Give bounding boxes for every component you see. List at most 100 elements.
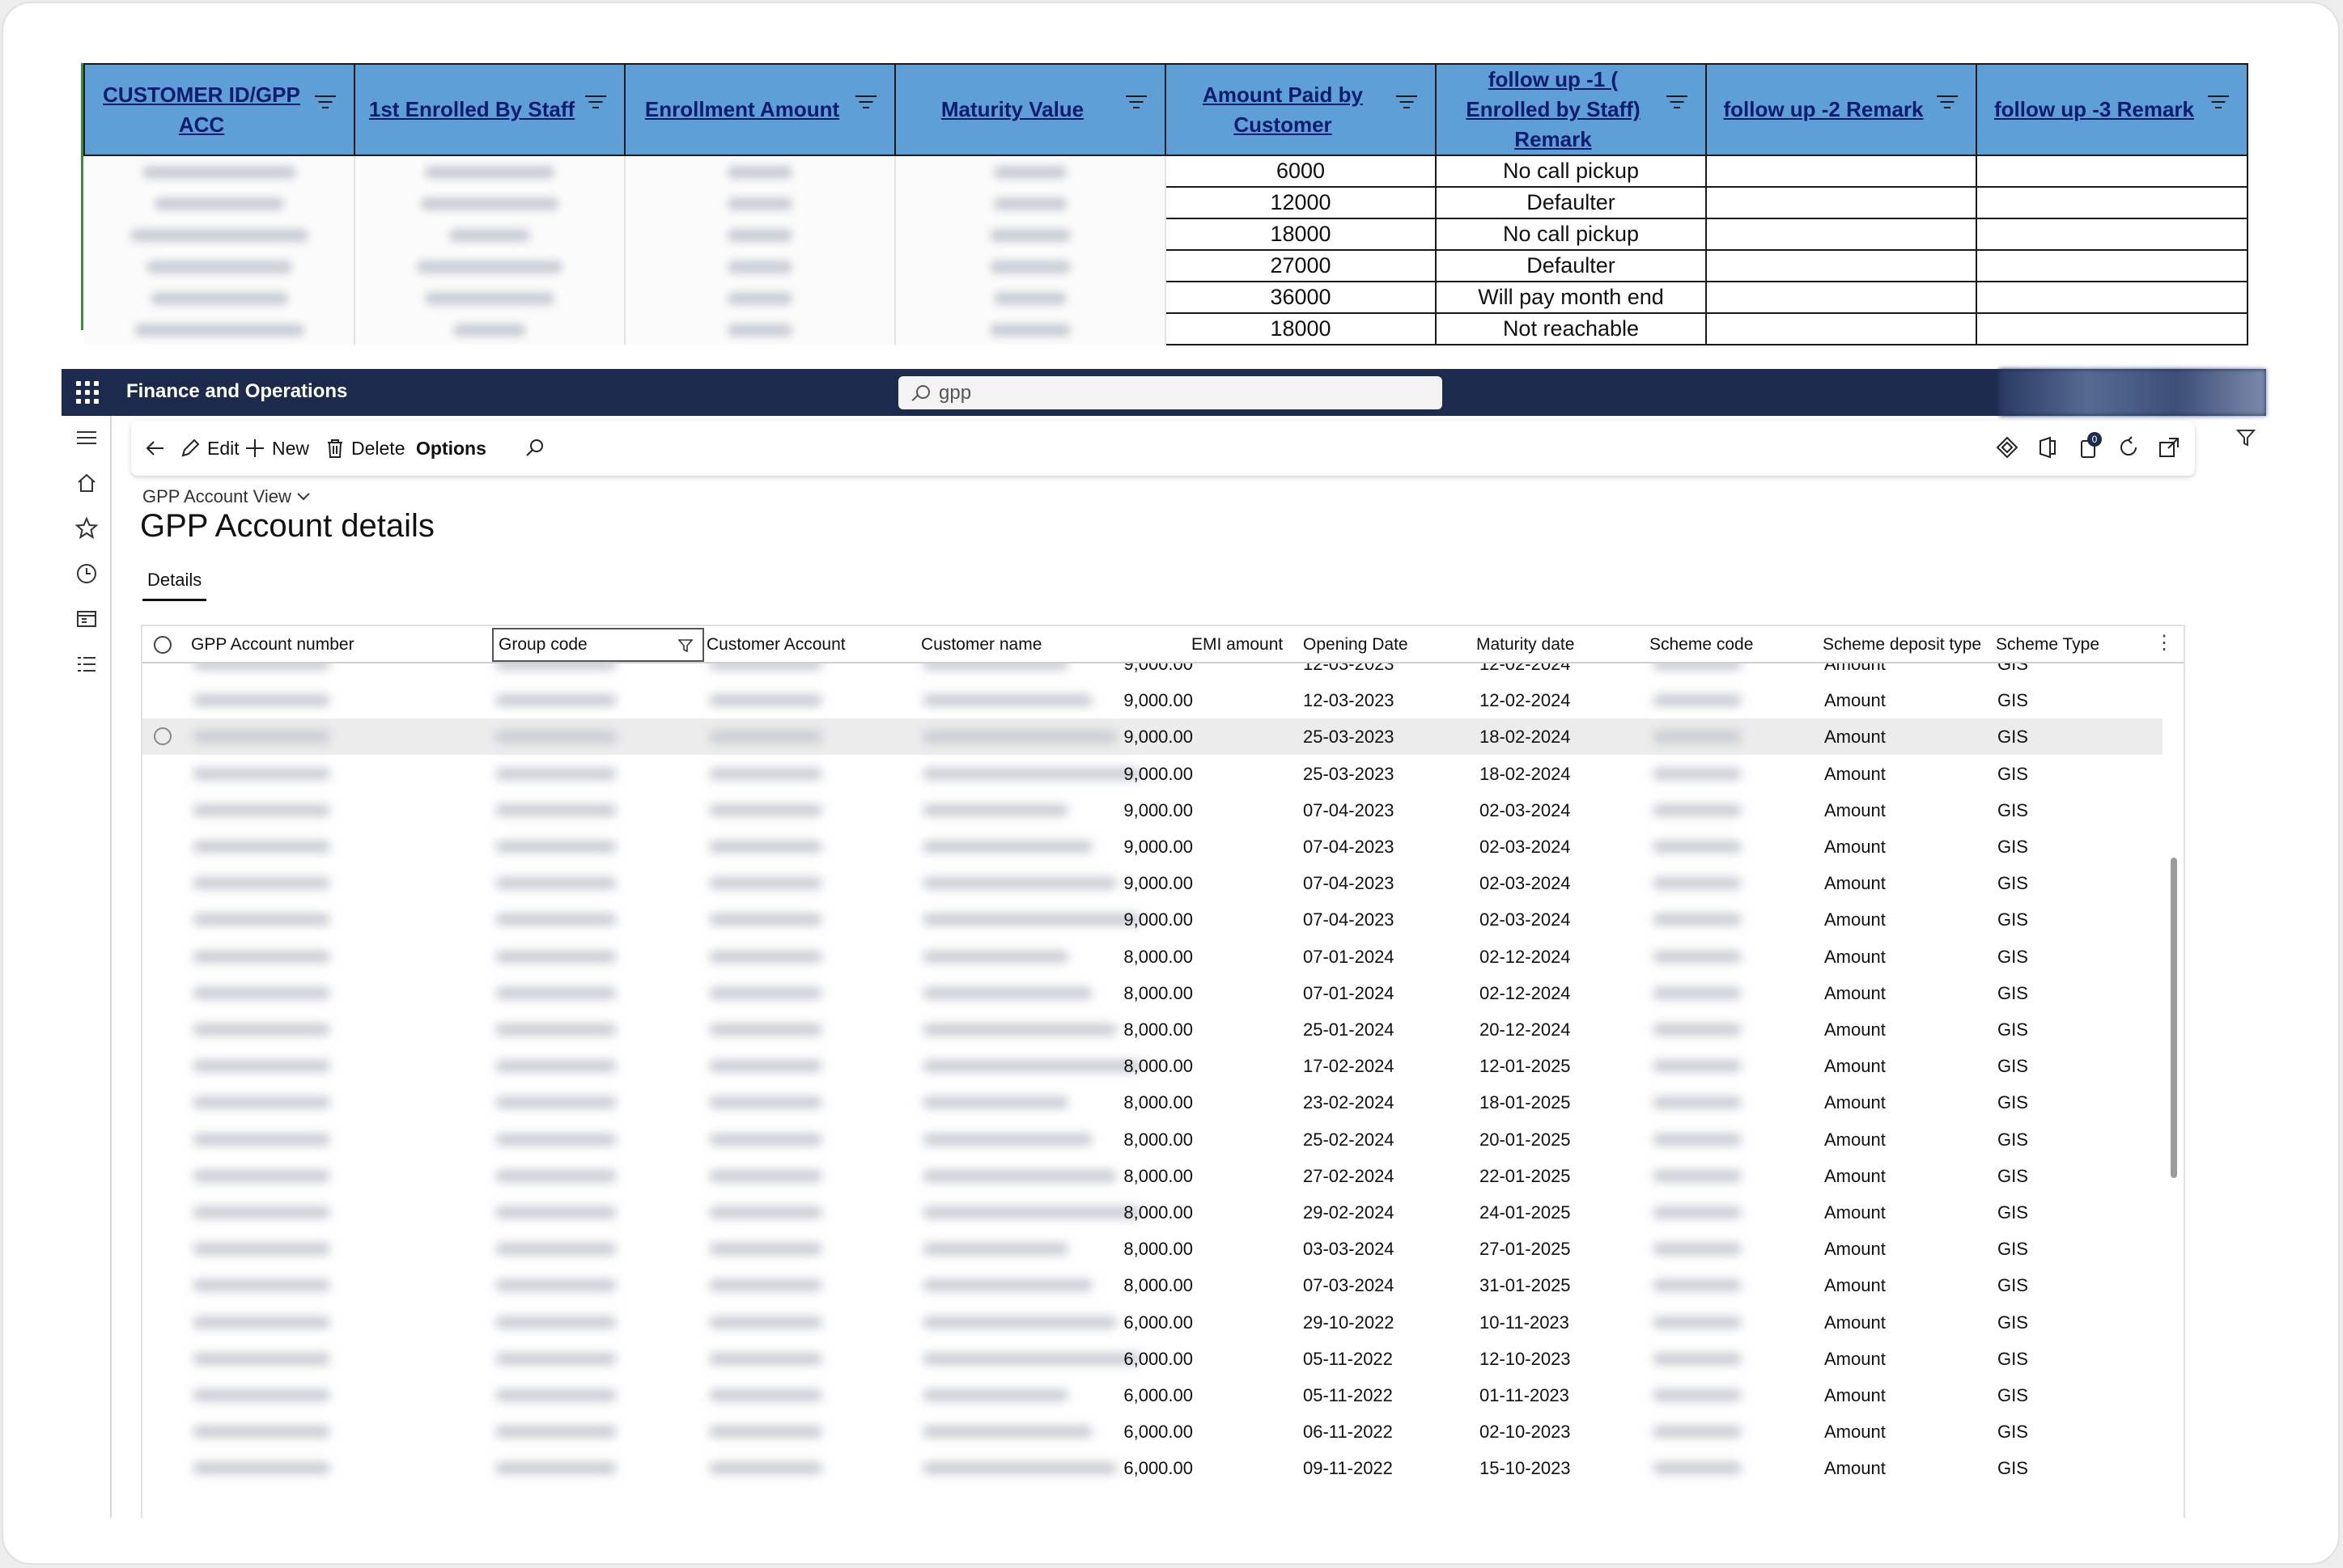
user-account-area[interactable]: [1999, 369, 2266, 416]
autofilter-icon[interactable]: [585, 95, 606, 110]
table-row[interactable]: 9,000.00 07-04-2023 02-03-2024 Amount GIS: [142, 792, 2163, 828]
row-select-radio[interactable]: [154, 727, 172, 746]
app-launcher-icon[interactable]: [76, 381, 99, 404]
autofilter-icon[interactable]: [1937, 95, 1958, 110]
power-apps-icon[interactable]: [1994, 435, 2020, 461]
attachments-icon[interactable]: 0: [2077, 432, 2103, 461]
redacted-value: [495, 1462, 617, 1475]
empty-remark-cell: [1976, 186, 2248, 219]
autofilter-icon[interactable]: [1666, 95, 1687, 110]
redacted-value: [923, 663, 1068, 670]
table-row[interactable]: 6,000.00 05-11-2022 01-11-2023 Amount GIS: [142, 1377, 2163, 1413]
scheme-type-cell: GIS: [1997, 1129, 2028, 1150]
table-row[interactable]: 8,000.00 25-01-2024 20-12-2024 Amount GIS: [142, 1011, 2163, 1048]
hamburger-menu-icon[interactable]: [74, 426, 99, 450]
vertical-scrollbar[interactable]: [2171, 858, 2177, 1178]
opening-date-cell: 25-03-2023: [1303, 727, 1394, 748]
table-row[interactable]: 9,000.00 25-03-2023 18-02-2024 Amount GIS: [142, 756, 2163, 792]
column-header-scheme-code[interactable]: Scheme code: [1649, 626, 1753, 663]
table-row[interactable]: 6,000.00 05-11-2022 12-10-2023 Amount GIS: [142, 1341, 2163, 1377]
column-header-gpp-account-number[interactable]: GPP Account number: [191, 626, 354, 663]
search-input[interactable]: gpp: [898, 376, 1442, 409]
table-row[interactable]: 6,000.00 09-11-2022 15-10-2023 Amount GIS: [142, 1450, 2163, 1486]
table-row[interactable]: 9,000.00 07-04-2023 02-03-2024 Amount GIS: [142, 901, 2163, 938]
redacted-cell: [895, 282, 1166, 313]
emi-amount-cell: 8,000.00: [1123, 1239, 1193, 1260]
redacted-value: [709, 1279, 822, 1292]
app-name[interactable]: Finance and Operations: [126, 380, 347, 403]
maturity-date-cell: 24-01-2025: [1479, 1202, 1571, 1223]
table-row[interactable]: 8,000.00 23-02-2024 18-01-2025 Amount GIS: [142, 1084, 2163, 1121]
open-new-window-icon[interactable]: [2156, 435, 2182, 461]
opening-date-cell: 29-02-2024: [1303, 1202, 1394, 1223]
autofilter-icon[interactable]: [2208, 95, 2229, 110]
autofilter-icon[interactable]: [315, 95, 336, 110]
redacted-value: [495, 767, 617, 780]
options-button[interactable]: Options: [416, 421, 486, 476]
redacted-value: [709, 986, 822, 999]
emi-amount-cell: 9,000.00: [1123, 727, 1193, 748]
emi-amount-cell: 9,000.00: [1123, 663, 1193, 674]
table-row[interactable]: 8,000.00 03-03-2024 27-01-2025 Amount GIS: [142, 1231, 2163, 1267]
table-row[interactable]: 9,000.00 12-03-2023 12-02-2024 Amount GIS: [142, 663, 2163, 682]
redacted-value: [1653, 1316, 1742, 1329]
column-header-emi-amount[interactable]: EMI amount: [1191, 626, 1283, 663]
table-row[interactable]: 9,000.00 12-03-2023 12-02-2024 Amount GIS: [142, 682, 2163, 718]
table-row[interactable]: 9,000.00 25-03-2023 18-02-2024 Amount GIS: [142, 718, 2163, 756]
modules-list-icon[interactable]: [74, 652, 99, 676]
column-header-scheme-type[interactable]: Scheme Type: [1996, 626, 2099, 663]
table-row[interactable]: 8,000.00 07-03-2024 31-01-2025 Amount GIS: [142, 1267, 2163, 1303]
recent-clock-icon[interactable]: [74, 562, 99, 586]
home-icon[interactable]: [74, 471, 99, 495]
excel-row: 6000 No call pickup: [84, 155, 2248, 188]
more-options-icon[interactable]: ⋮: [2154, 631, 2174, 655]
column-header-opening-date[interactable]: Opening Date: [1303, 626, 1408, 663]
scheme-deposit-type-cell: Amount: [1824, 1275, 1886, 1296]
autofilter-icon[interactable]: [855, 95, 877, 110]
table-row[interactable]: 6,000.00 06-11-2022 02-10-2023 Amount GIS: [142, 1413, 2163, 1450]
emi-amount-cell: 8,000.00: [1123, 1202, 1193, 1223]
redacted-value: [1653, 986, 1742, 999]
autofilter-icon[interactable]: [1396, 95, 1417, 110]
table-row[interactable]: 8,000.00 27-02-2024 22-01-2025 Amount GIS: [142, 1158, 2163, 1194]
table-row[interactable]: 6,000.00 29-10-2022 10-11-2023 Amount GIS: [142, 1304, 2163, 1341]
table-row[interactable]: 8,000.00 07-01-2024 02-12-2024 Amount GIS: [142, 975, 2163, 1011]
column-header-scheme-deposit-type[interactable]: Scheme deposit type: [1823, 626, 1981, 663]
select-all-radio[interactable]: [154, 636, 172, 654]
redacted-cell: [84, 187, 355, 218]
column-header-customer-account[interactable]: Customer Account: [707, 626, 846, 663]
redacted-value: [193, 1206, 330, 1218]
emi-amount-cell: 6,000.00: [1123, 1458, 1193, 1479]
tab-details[interactable]: Details: [142, 570, 207, 601]
workspaces-icon[interactable]: [74, 607, 99, 631]
back-button[interactable]: [134, 421, 176, 476]
emi-amount-cell: 8,000.00: [1123, 946, 1193, 967]
view-selector[interactable]: GPP Account View: [142, 486, 311, 507]
delete-button[interactable]: Delete: [325, 421, 405, 476]
table-row[interactable]: 8,000.00 25-02-2024 20-01-2025 Amount GIS: [142, 1121, 2163, 1158]
column-header-maturity-date[interactable]: Maturity date: [1476, 626, 1574, 663]
table-row[interactable]: 8,000.00 17-02-2024 12-01-2025 Amount GIS: [142, 1048, 2163, 1084]
table-row[interactable]: 8,000.00 07-01-2024 02-12-2024 Amount GIS: [142, 939, 2163, 975]
table-row[interactable]: 9,000.00 07-04-2023 02-03-2024 Amount GIS: [142, 865, 2163, 901]
favorites-star-icon[interactable]: [74, 516, 99, 540]
redacted-cell: [625, 155, 896, 187]
opening-date-cell: 06-11-2022: [1303, 1422, 1393, 1443]
refresh-icon[interactable]: [2116, 435, 2141, 461]
table-row[interactable]: 9,000.00 07-04-2023 02-03-2024 Amount GIS: [142, 828, 2163, 865]
column-header-group-code[interactable]: Group code: [492, 628, 704, 662]
edit-button[interactable]: Edit: [180, 421, 240, 476]
column-header-customer-name[interactable]: Customer name: [921, 626, 1042, 663]
excel-header-label: Amount Paid by Customer: [1203, 82, 1363, 137]
autofilter-icon[interactable]: [1126, 95, 1147, 110]
office-icon[interactable]: [2035, 435, 2061, 461]
new-button[interactable]: New: [244, 421, 309, 476]
scheme-type-cell: GIS: [1997, 982, 2028, 1003]
action-search-button[interactable]: [524, 421, 545, 476]
filter-pane-icon[interactable]: [2235, 427, 2256, 454]
redacted-value: [709, 1133, 822, 1146]
scheme-type-cell: GIS: [1997, 1348, 2028, 1369]
table-row[interactable]: 8,000.00 29-02-2024 24-01-2025 Amount GIS: [142, 1194, 2163, 1231]
scheme-type-cell: GIS: [1997, 1202, 2028, 1223]
redacted-value: [1653, 731, 1742, 744]
